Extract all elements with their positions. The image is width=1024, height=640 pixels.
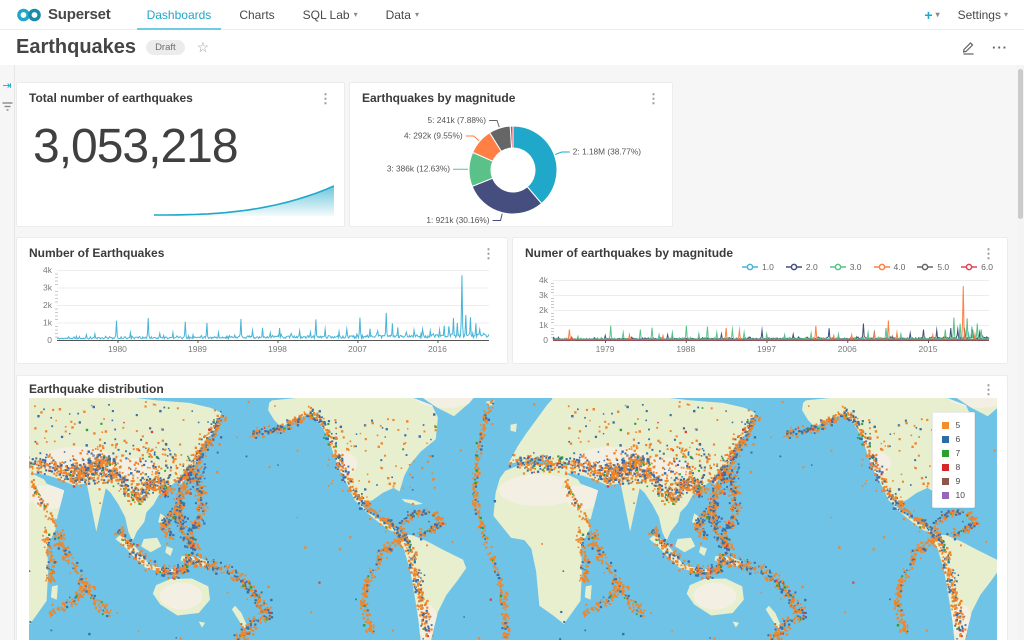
chart-legend: 1.0 2.0 3.0 4.0 5.0 6.0 <box>513 260 1007 274</box>
status-badge: Draft <box>146 40 185 55</box>
legend-label: 2.0 <box>806 262 818 272</box>
pie-label-line <box>493 214 503 221</box>
pie-label: 4: 292k (9.55%) <box>404 131 463 141</box>
page-title: Earthquakes <box>16 36 136 59</box>
legend-label: 5.0 <box>937 262 949 272</box>
new-button[interactable]: +▾ <box>924 7 939 23</box>
legend-swatch <box>942 492 949 499</box>
map-legend-item-10: 10 <box>942 490 965 500</box>
legend-label: 1.0 <box>762 262 774 272</box>
edit-pencil-icon[interactable] <box>961 40 976 55</box>
settings-label: Settings <box>958 8 1001 22</box>
brand-name: Superset <box>48 6 111 23</box>
scrollbar[interactable] <box>1017 65 1024 640</box>
legend-label: 3.0 <box>850 262 862 272</box>
legend-item-4.0[interactable]: 4.0 <box>874 262 906 272</box>
chart-kebab-menu-icon[interactable]: ⋮ <box>319 92 332 105</box>
legend-swatch <box>942 436 949 443</box>
legend-marker-icon <box>786 263 802 271</box>
legend-marker-icon <box>830 263 846 271</box>
map-legend: 5 6 7 8 9 10 <box>932 412 975 508</box>
pie-label: 2: 1.18M (38.77%) <box>573 147 641 157</box>
big-number-value: 3,053,218 <box>17 109 344 174</box>
legend-label: 9 <box>956 476 961 486</box>
caret-down-icon: ▾ <box>354 10 358 19</box>
infinity-logo-icon <box>16 8 42 22</box>
chart-kebab-menu-icon[interactable]: ⋮ <box>647 92 660 105</box>
nav-tabs: DashboardsChartsSQL Lab▾Data▾ <box>133 0 433 30</box>
legend-label: 10 <box>956 490 965 500</box>
dashboard-menu-icon[interactable]: ··· <box>992 40 1008 55</box>
filter-icon[interactable] <box>2 102 13 111</box>
dashboard-grid: ⇥ Total number of earthquakes ⋮ 3,053,21… <box>0 65 1024 640</box>
map-legend-item-8: 8 <box>942 462 965 472</box>
card-title: Total number of earthquakes <box>29 91 193 105</box>
legend-swatch <box>942 422 949 429</box>
nav-tab-sql-lab[interactable]: SQL Lab▾ <box>289 0 372 30</box>
legend-marker-icon <box>874 263 890 271</box>
card-earthquakes-by-magnitude: Earthquakes by magnitude ⋮ 2: 1.18M (38.… <box>349 82 673 227</box>
map-legend-item-7: 7 <box>942 448 965 458</box>
line-chart-by-magnitude[interactable] <box>523 274 997 356</box>
card-title: Earthquakes by magnitude <box>362 91 515 105</box>
map-legend-item-6: 6 <box>942 434 965 444</box>
card-title: Earthquake distribution <box>29 382 164 396</box>
chart-kebab-menu-icon[interactable]: ⋮ <box>482 247 495 260</box>
legend-swatch <box>942 450 949 457</box>
nav-tab-dashboards[interactable]: Dashboards <box>133 0 226 30</box>
nav-tab-data[interactable]: Data▾ <box>372 0 433 30</box>
legend-swatch <box>942 478 949 485</box>
legend-item-1.0[interactable]: 1.0 <box>742 262 774 272</box>
navbar: Superset DashboardsChartsSQL Lab▾Data▾ +… <box>0 0 1024 30</box>
legend-label: 4.0 <box>894 262 906 272</box>
legend-swatch <box>942 464 949 471</box>
trend-sparkline <box>154 182 334 218</box>
plus-icon: + <box>924 7 932 23</box>
map-legend-item-5: 5 <box>942 420 965 430</box>
legend-marker-icon <box>917 263 933 271</box>
legend-label: 5 <box>956 420 961 430</box>
pie-label: 3: 386k (12.63%) <box>387 164 450 174</box>
legend-item-5.0[interactable]: 5.0 <box>917 262 949 272</box>
legend-label: 7 <box>956 448 961 458</box>
legend-marker-icon <box>742 263 758 271</box>
nav-tab-charts[interactable]: Charts <box>225 0 288 30</box>
legend-item-2.0[interactable]: 2.0 <box>786 262 818 272</box>
caret-down-icon: ▾ <box>1004 10 1008 19</box>
legend-label: 8 <box>956 462 961 472</box>
filter-rail: ⇥ <box>0 65 15 640</box>
pie-label: 5: 241k (7.88%) <box>428 115 487 125</box>
legend-label: 6.0 <box>981 262 993 272</box>
pie-label-line <box>489 120 499 127</box>
pie-label-line <box>466 136 479 141</box>
expand-filter-panel-icon[interactable]: ⇥ <box>2 81 11 92</box>
legend-item-6.0[interactable]: 6.0 <box>961 262 993 272</box>
card-earthquake-distribution: Earthquake distribution ⋮ 5 6 7 8 9 10 <box>16 375 1008 640</box>
caret-down-icon: ▾ <box>936 10 940 19</box>
world-scatter-map[interactable] <box>29 398 997 640</box>
pie-label-line <box>555 152 570 154</box>
superset-logo[interactable]: Superset <box>16 6 111 23</box>
card-number-of-earthquakes: Number of Earthquakes ⋮ <box>16 237 508 364</box>
scrollbar-thumb[interactable] <box>1018 69 1023 219</box>
card-total-earthquakes: Total number of earthquakes ⋮ 3,053,218 <box>16 82 345 227</box>
chart-kebab-menu-icon[interactable]: ⋮ <box>982 247 995 260</box>
card-earthquakes-by-magnitude-ts: Numer of earthquakes by magnitude ⋮ 1.0 2… <box>512 237 1008 364</box>
dashboard-header: Earthquakes Draft ☆ ··· <box>0 30 1024 65</box>
card-title: Numer of earthquakes by magnitude <box>525 246 733 260</box>
settings-menu[interactable]: Settings▾ <box>958 8 1008 22</box>
legend-label: 6 <box>956 434 961 444</box>
favorite-star-icon[interactable]: ☆ <box>197 39 210 56</box>
chart-kebab-menu-icon[interactable]: ⋮ <box>982 383 995 396</box>
pie-label: 1: 921k (30.16%) <box>426 215 489 225</box>
map-legend-item-9: 9 <box>942 476 965 486</box>
line-chart-earthquakes[interactable] <box>27 264 497 356</box>
legend-marker-icon <box>961 263 977 271</box>
caret-down-icon: ▾ <box>415 10 419 19</box>
legend-item-3.0[interactable]: 3.0 <box>830 262 862 272</box>
card-title: Number of Earthquakes <box>29 246 164 260</box>
donut-chart[interactable]: 2: 1.18M (38.77%) 1: 921k (30.16%) 3: 386k… <box>356 109 666 227</box>
